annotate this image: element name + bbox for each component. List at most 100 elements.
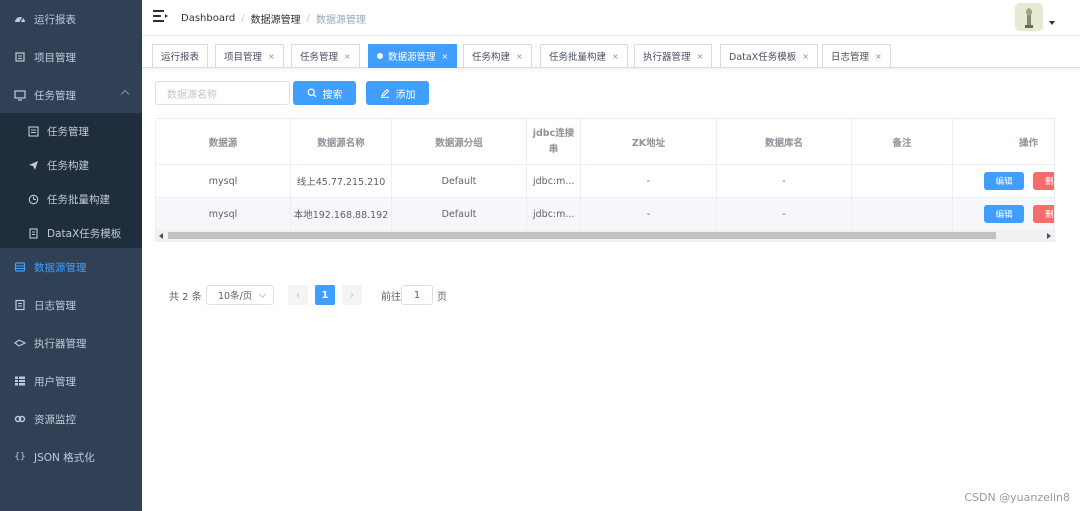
table-cell: Default <box>392 198 527 231</box>
tags-view: 运行报表 项目管理 × 任务管理 × 数据源管理 × 任务构建 × 任务批量构建 × 执行… <box>142 36 1080 68</box>
table-cell: - <box>717 165 852 198</box>
sidebar-item-label: JSON 格式化 <box>34 451 95 464</box>
sidebar-item-label: 执行器管理 <box>34 337 87 350</box>
close-icon[interactable]: × <box>802 52 809 61</box>
submenu-item-label: 任务管理 <box>47 125 89 138</box>
link-icon <box>14 413 26 425</box>
close-icon[interactable]: × <box>516 52 523 61</box>
breadcrumb-item-dashboard[interactable]: Dashboard <box>181 13 235 24</box>
breadcrumb-separator: / <box>241 13 245 24</box>
table-header-row: 数据源 数据源名称 数据源分组 jdbc连接串 ZK地址 数据库名 备注 操作 <box>156 119 1054 165</box>
edit-icon <box>380 88 390 98</box>
delete-button[interactable]: 删除 <box>1033 205 1054 223</box>
scrollbar-thumb[interactable] <box>168 232 996 239</box>
close-icon[interactable]: × <box>442 52 449 61</box>
datasource-table: 数据源 数据源名称 数据源分组 jdbc连接串 ZK地址 数据库名 备注 操作 … <box>155 118 1055 242</box>
sidebar-item-label: 资源监控 <box>34 413 76 426</box>
scroll-left-arrow-icon[interactable] <box>159 233 163 239</box>
tag-label: 任务批量构建 <box>549 52 607 63</box>
batch-icon <box>28 194 39 205</box>
sidebar-item-task[interactable]: 任务管理 <box>0 76 142 114</box>
sidebar-item-datasource[interactable]: 数据源管理 <box>0 248 142 286</box>
log-icon <box>14 299 26 311</box>
tag-log[interactable]: 日志管理 × <box>822 44 891 68</box>
hamburger-icon[interactable] <box>153 10 168 22</box>
table-header-cell: 数据源分组 <box>392 119 527 165</box>
datasource-name-input[interactable]: 数据源名称 <box>155 81 290 105</box>
table-cell: mysql <box>156 198 291 231</box>
add-button[interactable]: 添加 <box>366 81 429 105</box>
chevron-down-icon <box>258 290 267 299</box>
edit-button[interactable]: 编辑 <box>984 172 1024 190</box>
page-size-select[interactable]: 10条/页 <box>206 285 274 305</box>
sidebar-item-user[interactable]: 用户管理 <box>0 362 142 400</box>
edit-button[interactable]: 编辑 <box>984 205 1024 223</box>
close-icon[interactable]: × <box>612 52 619 61</box>
table-row[interactable]: mysql 线上45.77.215.210 Default jdbc:m... … <box>156 165 1054 198</box>
app-root: 运行报表 项目管理 任务管理 任务管理 任务构建 任务批量构建 DataX任务模… <box>0 0 1080 511</box>
sidebar-item-executor[interactable]: 执行器管理 <box>0 324 142 362</box>
sidebar-item-project[interactable]: 项目管理 <box>0 38 142 76</box>
user-table-icon <box>14 375 26 387</box>
table-cell <box>852 198 953 231</box>
prev-page-button[interactable]: ‹ <box>288 285 308 305</box>
horizontal-scrollbar[interactable] <box>156 230 1054 241</box>
avatar[interactable] <box>1015 3 1043 31</box>
table-actions-cell: 编辑 删除 <box>953 198 1054 231</box>
goto-page-input[interactable]: 1 <box>401 285 433 305</box>
breadcrumb-item-datasource[interactable]: 数据源管理 <box>251 11 301 26</box>
table-header-cell: 操作 <box>953 119 1054 165</box>
table-header-cell: ZK地址 <box>581 119 717 165</box>
page-number-button[interactable]: 1 <box>315 285 335 305</box>
tag-datax-template[interactable]: DataX任务模板 × <box>720 44 818 68</box>
monitor-icon <box>14 89 26 101</box>
table-cell: 线上45.77.215.210 <box>291 165 392 198</box>
scroll-right-arrow-icon[interactable] <box>1047 233 1051 239</box>
tag-batch-build[interactable]: 任务批量构建 × <box>540 44 628 68</box>
tag-label: DataX任务模板 <box>729 52 797 63</box>
close-icon[interactable]: × <box>875 52 882 61</box>
tag-label: 日志管理 <box>831 52 870 63</box>
template-icon <box>28 227 39 239</box>
submenu-item-task-manage[interactable]: 任务管理 <box>0 114 142 148</box>
tag-project[interactable]: 项目管理 × <box>215 44 284 68</box>
sidebar-item-json[interactable]: {} JSON 格式化 <box>0 438 142 476</box>
add-button-label: 添加 <box>395 89 416 101</box>
submenu-item-label: 任务批量构建 <box>47 193 110 206</box>
caret-down-icon[interactable] <box>1049 21 1055 25</box>
close-icon[interactable]: × <box>344 52 351 61</box>
next-page-button[interactable]: › <box>342 285 362 305</box>
search-button[interactable]: 搜索 <box>293 81 356 105</box>
dashboard-icon <box>14 13 26 25</box>
close-icon[interactable]: × <box>268 52 275 61</box>
table-header-cell: 数据库名 <box>717 119 852 165</box>
tag-executor[interactable]: 执行器管理 × <box>634 44 713 68</box>
tag-label: 项目管理 <box>224 52 263 63</box>
search-input-placeholder: 数据源名称 <box>167 89 217 101</box>
tag-task[interactable]: 任务管理 × <box>291 44 360 68</box>
table-cell: mysql <box>156 165 291 198</box>
submenu-item-task-build[interactable]: 任务构建 <box>0 148 142 182</box>
page-suffix-label: 页 <box>437 292 447 303</box>
submenu-item-datax-template[interactable]: DataX任务模板 <box>0 216 142 250</box>
tag-dashboard[interactable]: 运行报表 <box>152 44 209 68</box>
active-dot-icon <box>377 53 383 59</box>
tag-datasource[interactable]: 数据源管理 × <box>368 44 458 68</box>
delete-button[interactable]: 删除 <box>1033 172 1054 190</box>
goto-label: 前往 <box>381 292 401 303</box>
database-icon <box>14 261 26 273</box>
sidebar-item-log[interactable]: 日志管理 <box>0 286 142 324</box>
breadcrumb-separator: / <box>306 13 311 24</box>
pagination-total: 共 2 条 <box>169 292 202 303</box>
submenu-item-batch-build[interactable]: 任务批量构建 <box>0 182 142 216</box>
table-cell: - <box>717 198 852 231</box>
sidebar: 运行报表 项目管理 任务管理 任务管理 任务构建 任务批量构建 DataX任务模… <box>0 0 142 511</box>
tag-task-build[interactable]: 任务构建 × <box>463 44 532 68</box>
tag-label: 任务构建 <box>472 52 511 63</box>
sidebar-item-dashboard[interactable]: 运行报表 <box>0 0 142 38</box>
navbar: Dashboard / 数据源管理 / 数据源管理 <box>142 0 1080 36</box>
close-icon[interactable]: × <box>697 52 704 61</box>
table-row[interactable]: mysql 本地192.168.88.192 Default jdbc:m...… <box>156 198 1054 231</box>
sidebar-item-monitor[interactable]: 资源监控 <box>0 400 142 438</box>
search-icon <box>306 88 317 98</box>
